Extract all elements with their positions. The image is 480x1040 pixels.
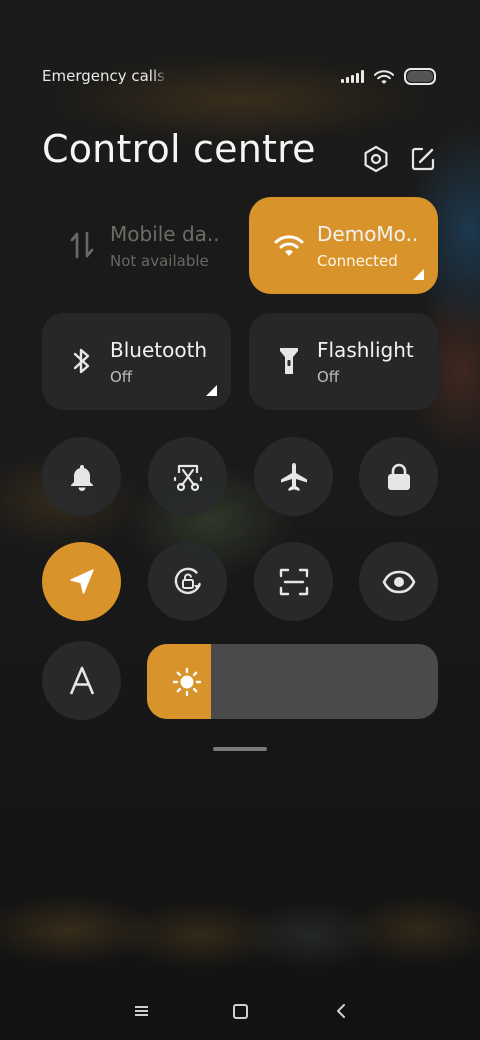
carrier-status-text: Emergency calls only bbox=[42, 67, 168, 85]
mobile-data-arrows-icon bbox=[66, 229, 98, 261]
bluetooth-status: Off bbox=[110, 368, 133, 386]
mobile-data-status: Not available bbox=[110, 252, 209, 270]
lock-icon bbox=[387, 463, 410, 490]
battery-icon bbox=[404, 68, 436, 85]
wifi-status-icon bbox=[374, 69, 394, 84]
auto-rotate-toggle[interactable] bbox=[148, 542, 227, 621]
lock-screen-toggle[interactable] bbox=[359, 437, 438, 516]
status-bar: Emergency calls only bbox=[0, 60, 480, 92]
status-icons bbox=[341, 68, 436, 85]
menu-icon bbox=[134, 1004, 148, 1018]
wifi-tile[interactable]: DemoMo.. Connected bbox=[249, 197, 438, 294]
back-button[interactable] bbox=[321, 995, 361, 1027]
collapse-handle[interactable] bbox=[213, 747, 267, 751]
flashlight-title: Flashlight bbox=[317, 338, 414, 362]
airplane-mode-toggle[interactable] bbox=[254, 437, 333, 516]
edit-icon bbox=[411, 147, 435, 171]
bluetooth-title: Bluetooth bbox=[110, 338, 208, 362]
wifi-expand-indicator[interactable] bbox=[413, 269, 424, 280]
home-icon bbox=[232, 1003, 248, 1019]
mobile-data-title: Mobile da.. bbox=[110, 222, 220, 246]
recent-apps-button[interactable] bbox=[121, 995, 161, 1027]
location-arrow-icon bbox=[69, 568, 94, 594]
back-icon bbox=[337, 1004, 345, 1018]
airplane-icon bbox=[280, 462, 307, 491]
flashlight-icon bbox=[273, 345, 305, 377]
location-toggle[interactable] bbox=[42, 542, 121, 621]
flashlight-status: Off bbox=[317, 368, 340, 386]
page-title: Control centre bbox=[42, 127, 316, 171]
eye-icon bbox=[382, 570, 415, 593]
bluetooth-tile[interactable]: Bluetooth Off bbox=[42, 313, 231, 410]
navigation-bar bbox=[0, 995, 480, 1027]
bell-icon bbox=[70, 464, 93, 491]
settings-button[interactable] bbox=[360, 143, 392, 175]
ring-mode-toggle[interactable] bbox=[42, 437, 121, 516]
scissors-icon bbox=[173, 464, 202, 491]
bluetooth-icon bbox=[66, 345, 98, 377]
scanner-toggle[interactable] bbox=[254, 542, 333, 621]
sun-icon bbox=[171, 666, 203, 698]
signal-bars-icon bbox=[341, 70, 364, 83]
auto-brightness-toggle[interactable] bbox=[42, 641, 121, 720]
wifi-icon bbox=[273, 229, 305, 261]
flashlight-tile[interactable]: Flashlight Off bbox=[249, 313, 438, 410]
rotation-lock-icon bbox=[174, 567, 201, 594]
letter-a-icon bbox=[69, 666, 94, 695]
bluetooth-expand-indicator[interactable] bbox=[206, 385, 217, 396]
brightness-slider[interactable] bbox=[147, 644, 438, 719]
wifi-status: Connected bbox=[317, 252, 398, 270]
edit-button[interactable] bbox=[407, 143, 439, 175]
wifi-network-name: DemoMo.. bbox=[317, 222, 419, 246]
screenshot-toggle[interactable] bbox=[148, 437, 227, 516]
scan-frame-icon bbox=[279, 568, 308, 595]
home-button[interactable] bbox=[220, 995, 260, 1027]
settings-hexagon-icon bbox=[364, 145, 388, 173]
mobile-data-tile[interactable]: Mobile da.. Not available bbox=[42, 197, 231, 294]
reading-mode-toggle[interactable] bbox=[359, 542, 438, 621]
control-centre-screen: Emergency calls only Control centre bbox=[0, 0, 480, 1040]
